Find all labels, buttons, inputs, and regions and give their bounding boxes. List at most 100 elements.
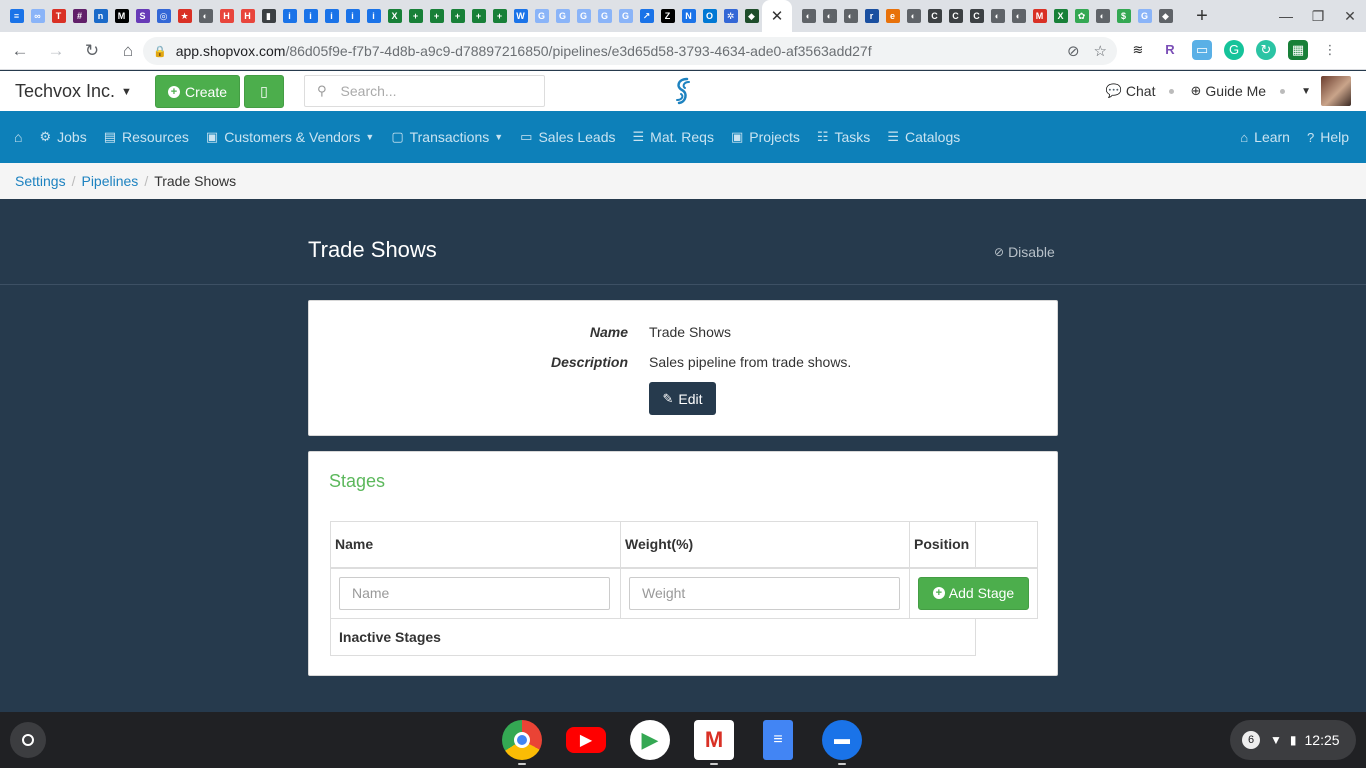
tab-favicon[interactable]: + <box>447 0 468 32</box>
tab-favicon[interactable]: ◐ <box>195 0 216 32</box>
tab-favicon[interactable]: ◐ <box>903 0 924 32</box>
tab-favicon[interactable]: Z <box>657 0 678 32</box>
tab-favicon[interactable]: G <box>1134 0 1155 32</box>
home-icon[interactable]: ⌂ <box>112 41 144 61</box>
chrome-menu-icon[interactable]: ⋮ <box>1320 40 1340 60</box>
tab-favicon[interactable]: # <box>69 0 90 32</box>
tab-favicon[interactable]: G <box>594 0 615 32</box>
launcher-button[interactable] <box>10 722 46 758</box>
chrome-app-icon[interactable] <box>502 720 542 765</box>
minimize-icon[interactable]: — <box>1270 8 1302 24</box>
tab-favicon[interactable]: ✲ <box>720 0 741 32</box>
tab-favicon[interactable]: O <box>699 0 720 32</box>
breadcrumb-pipelines[interactable]: Pipelines <box>81 173 138 189</box>
nav-mat-reqs[interactable]: ☰ Mat. Reqs <box>633 129 714 145</box>
gmail-app-icon[interactable]: M <box>694 720 734 765</box>
tab-favicon[interactable]: + <box>405 0 426 32</box>
tab-favicon[interactable]: ▮ <box>258 0 279 32</box>
youtube-app-icon[interactable]: ▶ <box>566 727 606 753</box>
stage-weight-input[interactable] <box>629 576 900 610</box>
back-icon[interactable]: ← <box>4 41 36 61</box>
tab-favicon[interactable]: ◆ <box>741 0 762 32</box>
reload-icon[interactable]: ↻ <box>76 41 108 61</box>
tab-favicon[interactable]: T <box>48 0 69 32</box>
screencast-extension-icon[interactable]: ▭ <box>1192 40 1212 60</box>
restore-icon[interactable]: ❐ <box>1302 8 1334 25</box>
user-menu-caret-icon[interactable]: ▼ <box>1301 86 1311 97</box>
tab-favicon[interactable]: ◐ <box>840 0 861 32</box>
company-switcher[interactable]: Techvox Inc. ▼ <box>15 81 132 102</box>
nav-customers-vendors[interactable]: ▣ Customers & Vendors ▼ <box>206 129 374 145</box>
tab-favicon[interactable]: C <box>966 0 987 32</box>
tab-favicon[interactable]: N <box>678 0 699 32</box>
add-stage-button[interactable]: + Add Stage <box>918 576 1029 610</box>
forward-icon[interactable]: → <box>40 41 72 61</box>
tab-favicon[interactable]: C <box>924 0 945 32</box>
avatar[interactable] <box>1321 76 1351 106</box>
edit-button[interactable]: ✎ Edit <box>649 382 716 415</box>
tab-favicon[interactable]: ≡ <box>6 0 27 32</box>
tab-favicon[interactable]: W <box>510 0 531 32</box>
docs-app-icon[interactable]: ≡ <box>763 720 793 760</box>
blocked-icon[interactable]: ⊘ <box>1067 42 1080 60</box>
nav-sales-leads[interactable]: ▭ Sales Leads <box>520 129 615 145</box>
lock-icon[interactable]: 🔒 <box>153 45 167 58</box>
bookmark-star-icon[interactable]: ☆ <box>1094 42 1107 60</box>
tab-favicon[interactable]: ◐ <box>1008 0 1029 32</box>
tab-favicon[interactable]: M <box>1029 0 1050 32</box>
tab-favicon[interactable]: $ <box>1113 0 1134 32</box>
tab-favicon[interactable]: ◐ <box>1092 0 1113 32</box>
tab-favicon[interactable]: ◆ <box>1155 0 1176 32</box>
tab-favicon[interactable]: H <box>216 0 237 32</box>
nav-learn[interactable]: ⌂ Learn <box>1240 129 1290 145</box>
tab-favicon[interactable]: G <box>552 0 573 32</box>
nav-transactions[interactable]: ▢ Transactions ▼ <box>391 129 503 145</box>
tab-favicon[interactable]: ◐ <box>987 0 1008 32</box>
nav-catalogs[interactable]: ☰ Catalogs <box>887 129 960 145</box>
disable-link[interactable]: ⊘ Disable <box>994 244 1055 260</box>
tab-favicon[interactable]: X <box>384 0 405 32</box>
nav-tasks[interactable]: ☷ Tasks <box>817 129 870 145</box>
nav-jobs[interactable]: ⚙ Jobs <box>39 129 86 145</box>
play-store-app-icon[interactable]: ▶ <box>630 720 670 760</box>
nav-home-icon[interactable]: ⌂ <box>14 129 22 145</box>
tab-favicon[interactable]: r <box>861 0 882 32</box>
tab-favicon[interactable]: i <box>342 0 363 32</box>
create-button[interactable]: + Create <box>155 75 240 108</box>
tab-favicon[interactable]: C <box>945 0 966 32</box>
nav-help[interactable]: ? Help <box>1307 129 1349 145</box>
quick-action-button[interactable]: ▯ <box>244 75 284 108</box>
new-tab-button[interactable]: + <box>1190 5 1214 28</box>
tab-favicon[interactable]: + <box>426 0 447 32</box>
chat-link[interactable]: 💬 Chat <box>1106 83 1156 99</box>
tab-favicon[interactable]: ★ <box>174 0 195 32</box>
tab-favicon[interactable]: + <box>468 0 489 32</box>
tab-favicon[interactable]: n <box>90 0 111 32</box>
r-extension-icon[interactable]: R <box>1160 40 1180 60</box>
tab-favicon[interactable]: X <box>1050 0 1071 32</box>
tab-favicon[interactable]: S <box>132 0 153 32</box>
search-box[interactable]: ⚲ <box>304 75 545 107</box>
close-window-icon[interactable]: ✕ <box>1334 8 1366 25</box>
system-tray[interactable]: 6 ▼ ▮ 12:25 <box>1230 720 1356 760</box>
search-input[interactable] <box>340 83 521 99</box>
tab-favicon[interactable]: + <box>489 0 510 32</box>
close-tab-icon[interactable]: ✕ <box>771 7 784 25</box>
tab-favicon[interactable]: ◐ <box>819 0 840 32</box>
guide-me-link[interactable]: ⊕ Guide Me <box>1190 83 1266 99</box>
tab-favicon[interactable]: G <box>573 0 594 32</box>
tab-favicon[interactable]: ◐ <box>798 0 819 32</box>
breadcrumb-settings[interactable]: Settings <box>15 173 66 189</box>
tab-favicon[interactable]: ∞ <box>27 0 48 32</box>
tab-favicon[interactable]: H <box>237 0 258 32</box>
tab-favicon[interactable]: i <box>363 0 384 32</box>
sheets-extension-icon[interactable]: ▦ <box>1288 40 1308 60</box>
active-tab[interactable]: ✕ <box>762 0 792 32</box>
tab-favicon[interactable]: i <box>300 0 321 32</box>
grammarly-extension-icon[interactable]: G <box>1224 40 1244 60</box>
nav-projects[interactable]: ▣ Projects <box>731 129 800 145</box>
tab-favicon[interactable]: i <box>321 0 342 32</box>
address-bar[interactable]: 🔒 app.shopvox.com/86d05f9e-f7b7-4d8b-a9c… <box>143 37 1117 65</box>
stage-name-input[interactable] <box>339 576 610 610</box>
buffer-extension-icon[interactable]: ≋ <box>1128 40 1148 60</box>
